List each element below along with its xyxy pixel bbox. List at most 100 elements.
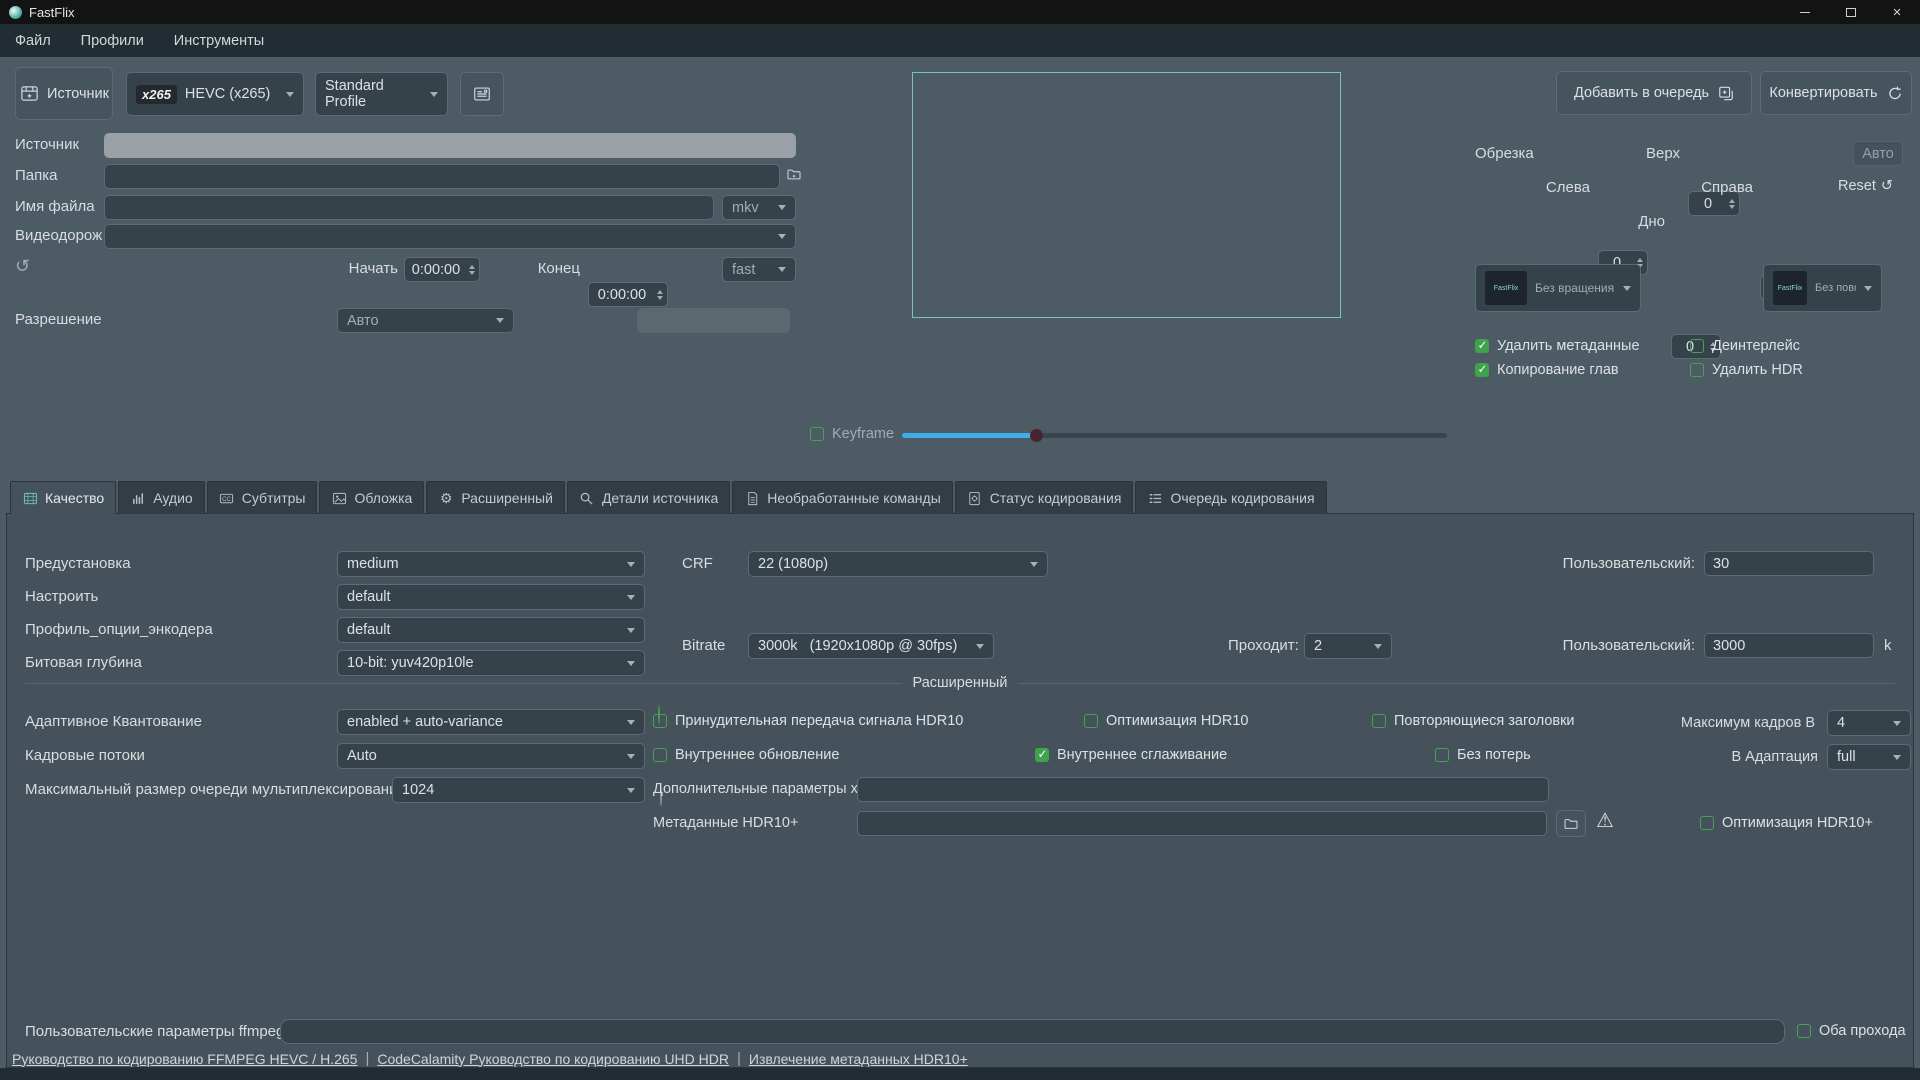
hdr10plus-browse-button[interactable] (1556, 810, 1586, 837)
crf-custom-input[interactable]: 30 (1704, 551, 1874, 576)
lossless-checkbox[interactable]: Без потерь (1435, 747, 1531, 763)
hevc-guide-link[interactable]: Руководство по кодированию FFMPEG HEVC /… (12, 1051, 357, 1067)
aq-select[interactable]: enabled + auto-variance (337, 709, 645, 735)
output-folder-input[interactable] (104, 164, 780, 189)
tab-cover[interactable]: Обложка (319, 481, 424, 514)
keyframe-checkbox[interactable]: Keyframe (810, 426, 894, 442)
close-button[interactable]: × (1874, 0, 1920, 24)
custom-ffmpeg-input[interactable] (280, 1019, 1785, 1044)
crf-select[interactable]: 22 (1080p) (748, 551, 1048, 577)
both-passes-checkbox[interactable]: Оба прохода (1797, 1023, 1906, 1039)
tab-encoding-queue[interactable]: Очередь кодирования (1135, 481, 1326, 514)
source-button[interactable]: Источник (15, 67, 113, 120)
checkbox-icon (1475, 363, 1489, 377)
chevron-down-icon (627, 788, 635, 793)
encoder-select[interactable]: x265 HEVC (x265) (126, 72, 304, 116)
slider-handle[interactable] (1030, 429, 1043, 442)
crf-label: CRF (682, 555, 713, 572)
checkbox-icon (1435, 748, 1449, 762)
end-time-input[interactable]: 0:00:00 (588, 282, 668, 307)
encoder-profile-select[interactable]: default (337, 617, 645, 643)
chevron-down-icon (627, 661, 635, 666)
hdr10plus-metadata-input[interactable] (857, 811, 1547, 836)
reload-icon[interactable]: ↺ (15, 256, 30, 277)
bitrate-select[interactable]: 3000k (1920x1080p @ 30fps) (748, 633, 994, 659)
add-to-queue-button[interactable]: Добавить в очередь (1556, 71, 1752, 115)
bitrate-value: 3000k (1920x1080p @ 30fps) (758, 638, 957, 654)
bitrate-label: Bitrate (682, 637, 725, 654)
preview-speed-select[interactable]: fast (722, 257, 796, 282)
b-adapt-select[interactable]: full (1827, 744, 1911, 770)
hdr10-signaling-checkbox[interactable]: Принудительная передача сигнала HDR10 (653, 713, 963, 729)
tab-raw-commands[interactable]: Необработанные команды (732, 481, 952, 514)
spinner-arrows-icon[interactable] (1729, 199, 1735, 209)
remove-metadata-checkbox[interactable]: Удалить метаданные (1475, 338, 1640, 354)
repeat-headers-label: Повторяющиеся заголовки (1394, 713, 1575, 729)
b-adapt-value: full (1837, 749, 1856, 765)
resolution-select[interactable]: Авто (337, 308, 514, 333)
menu-tools[interactable]: Инструменты (159, 24, 279, 57)
hdr10-opt-checkbox[interactable]: Оптимизация HDR10 (1084, 713, 1248, 729)
tab-encoding-status[interactable]: Статус кодирования (955, 481, 1134, 514)
profile-select[interactable]: Standard Profile (315, 72, 448, 116)
filename-input[interactable] (104, 195, 714, 220)
bit-depth-select[interactable]: 10-bit: yuv420p10le (337, 650, 645, 676)
chevron-down-icon (778, 267, 786, 272)
extension-select[interactable]: mkv (722, 195, 796, 220)
menu-file[interactable]: Файл (0, 24, 66, 57)
crop-auto-button[interactable]: Авто (1853, 141, 1903, 166)
bitrate-custom-input[interactable]: 3000 (1704, 633, 1874, 658)
spinner-arrows-icon[interactable] (657, 290, 663, 300)
source-button-label: Источник (47, 86, 109, 102)
source-path-input (104, 133, 796, 158)
tune-select[interactable]: default (337, 584, 645, 610)
menu-profiles[interactable]: Профили (66, 24, 159, 57)
copy-chapters-label: Копирование глав (1497, 362, 1619, 378)
remove-hdr-checkbox[interactable]: Удалить HDR (1690, 362, 1803, 378)
crop-reset-button[interactable]: Reset ↺ (1838, 178, 1893, 194)
start-time-input[interactable]: 0:00:00 (404, 257, 480, 282)
tab-label: Обложка (354, 490, 412, 506)
tab-audio[interactable]: Аудио (118, 481, 205, 514)
preset-select[interactable]: medium (337, 551, 645, 577)
tab-label: Необработанные команды (767, 490, 940, 506)
frame-threads-label: Кадровые потоки (25, 747, 145, 764)
hdr10plus-opt-checkbox[interactable]: Оптимизация HDR10+ (1700, 815, 1873, 831)
tab-source-details[interactable]: Детали источника (567, 481, 730, 514)
passes-select[interactable]: 2 (1304, 633, 1392, 659)
spinner-arrows-icon[interactable] (469, 265, 475, 275)
subtitles-tab-icon: CC (219, 490, 235, 506)
queue-add-icon (1718, 85, 1734, 101)
passes-value: 2 (1314, 638, 1322, 654)
copy-chapters-checkbox[interactable]: Копирование глав (1475, 362, 1619, 378)
video-track-select[interactable] (104, 224, 796, 249)
extra-params-input[interactable] (857, 777, 1549, 802)
convert-button[interactable]: Конвертировать (1760, 71, 1912, 115)
intra-smoothing-checkbox[interactable]: Внутреннее сглаживание (1035, 747, 1227, 763)
convert-label: Конвертировать (1769, 85, 1877, 101)
deinterlace-checkbox[interactable]: Деинтерлейс (1690, 338, 1800, 354)
crop-left-label: Слева (1520, 179, 1590, 196)
max-b-frames-select[interactable]: 4 (1827, 710, 1911, 736)
uhd-hdr-guide-link[interactable]: CodeCalamity Руководство по кодированию … (377, 1051, 729, 1067)
preview-position-slider[interactable] (902, 433, 1447, 438)
tab-advanced[interactable]: ⚙ Расширенный (426, 481, 565, 514)
flip-select[interactable]: FastFlix Без поворота (1763, 264, 1882, 312)
maximize-button[interactable] (1828, 0, 1874, 24)
mux-queue-select[interactable]: 1024 (392, 777, 645, 803)
tab-quality[interactable]: Качество (10, 481, 116, 514)
crop-top-label: Верх (1630, 145, 1680, 162)
tab-subtitles[interactable]: CC Субтитры (207, 481, 318, 514)
repeat-headers-checkbox[interactable]: Повторяющиеся заголовки (1372, 713, 1575, 729)
minimize-button[interactable] (1782, 0, 1828, 24)
hdr10plus-extract-link[interactable]: Извлечение метаданных HDR10+ (749, 1051, 968, 1067)
chevron-down-icon (286, 92, 294, 97)
rotation-select[interactable]: FastFlix Без вращения (1475, 264, 1641, 312)
end-time-value: 0:00:00 (598, 287, 646, 303)
intra-refresh-checkbox[interactable]: Внутреннее обновление (653, 747, 839, 763)
maximize-icon (1846, 8, 1856, 17)
frame-threads-select[interactable]: Auto (337, 743, 645, 769)
folder-browse-icon[interactable] (786, 166, 802, 182)
profile-save-button[interactable] (460, 72, 504, 116)
flip-value: Без поворота (1815, 282, 1856, 294)
